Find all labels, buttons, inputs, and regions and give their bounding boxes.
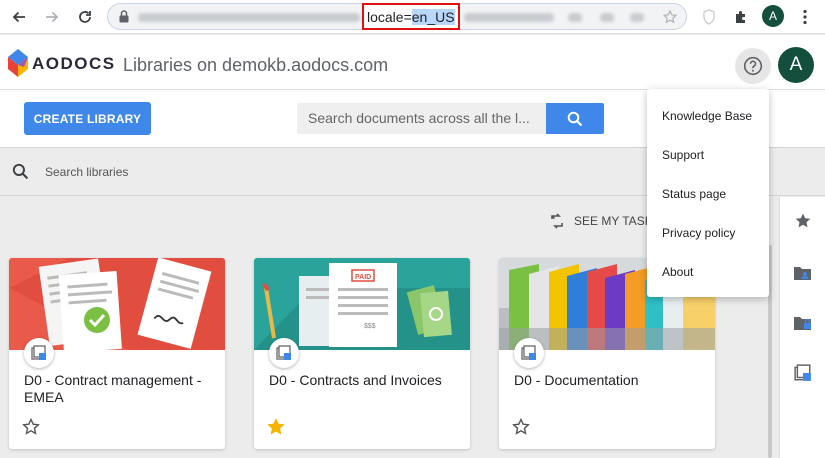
library-icon [514,338,544,368]
menu-item-support[interactable]: Support [662,148,704,162]
library-icon [24,338,54,368]
menu-item-privacy-policy[interactable]: Privacy policy [662,226,735,240]
app-header: AODOCS Libraries on demokb.aodocs.com A [0,35,825,90]
star-outline-icon[interactable] [512,418,530,436]
browser-menu-icon[interactable] [803,9,807,25]
star-outline-icon[interactable] [22,418,40,436]
page-title: Libraries on demokb.aodocs.com [123,55,389,75]
library-card[interactable]: PAID $$$ D0 - Contracts and Invoices [254,258,470,449]
menu-item-status-page[interactable]: Status page [662,187,726,201]
library-icon [794,364,811,381]
url-locale-key: locale= [367,8,412,25]
url-icon-blurred [630,13,644,22]
tasks-sync-icon [551,213,563,229]
extensions-puzzle-icon[interactable] [733,9,749,25]
help-button[interactable] [735,48,771,84]
search-icon [567,111,583,126]
folder-lock-icon [794,317,811,330]
document-search-button[interactable] [546,103,604,134]
url-locale-highlight: locale= en_US [362,3,460,30]
menu-item-about[interactable]: About [662,265,693,279]
reload-icon [79,11,91,23]
lock-icon [119,10,129,23]
reload-button[interactable] [74,6,96,28]
amount-text: $$$ [364,323,376,330]
folder-shared-icon [794,267,811,280]
star-filled-icon [795,213,811,228]
url-text-blurred [464,13,554,22]
back-button[interactable] [8,6,30,28]
browser-profile-avatar[interactable]: A [762,5,784,27]
library-card[interactable]: D0 - Contract management - EMEA [9,258,225,449]
library-search-input[interactable]: Search libraries [45,165,128,179]
library-icon [269,338,299,368]
card-title: D0 - Documentation [514,372,639,388]
paid-stamp-text: PAID [355,274,371,281]
card-title: D0 - Contracts and Invoices [269,372,442,388]
extension-shield-icon[interactable] [702,9,716,25]
favorites-rail-button[interactable] [792,210,814,232]
star-filled-icon[interactable] [267,418,285,436]
logo-text[interactable]: AODOCS [32,54,116,74]
url-icon-blurred [600,13,614,22]
url-icon-blurred [568,13,582,22]
card-title: D0 - Contract management - EMEA [24,372,202,405]
secure-folder-rail-button[interactable] [792,312,814,334]
document-search-input[interactable]: Search documents across all the l... [297,103,547,134]
see-my-tasks-label: SEE MY TASK [574,214,653,228]
search-icon [12,163,29,180]
url-text-blurred [138,13,360,22]
right-rail [779,197,825,458]
aodocs-logo-icon[interactable] [6,48,30,78]
help-dropdown-menu: Knowledge Base Support Status page Priva… [647,89,769,297]
back-arrow-icon [12,11,25,23]
forward-button[interactable] [41,6,63,28]
library-rail-button[interactable] [792,362,814,384]
url-locale-value: en_US [411,8,455,25]
menu-item-knowledge-base[interactable]: Knowledge Base [662,109,752,123]
user-avatar[interactable]: A [778,47,814,83]
forward-arrow-icon [46,11,59,23]
bookmark-star-icon[interactable] [663,10,677,24]
help-question-icon [743,56,763,76]
create-library-button[interactable]: CREATE LIBRARY [24,102,151,135]
see-my-tasks-button[interactable]: SEE MY TASK [549,213,653,229]
shared-folder-rail-button[interactable] [792,262,814,284]
browser-toolbar: locale= en_US A [0,0,825,34]
card-banner-image [9,258,225,350]
card-banner-image: PAID $$$ [254,258,470,350]
